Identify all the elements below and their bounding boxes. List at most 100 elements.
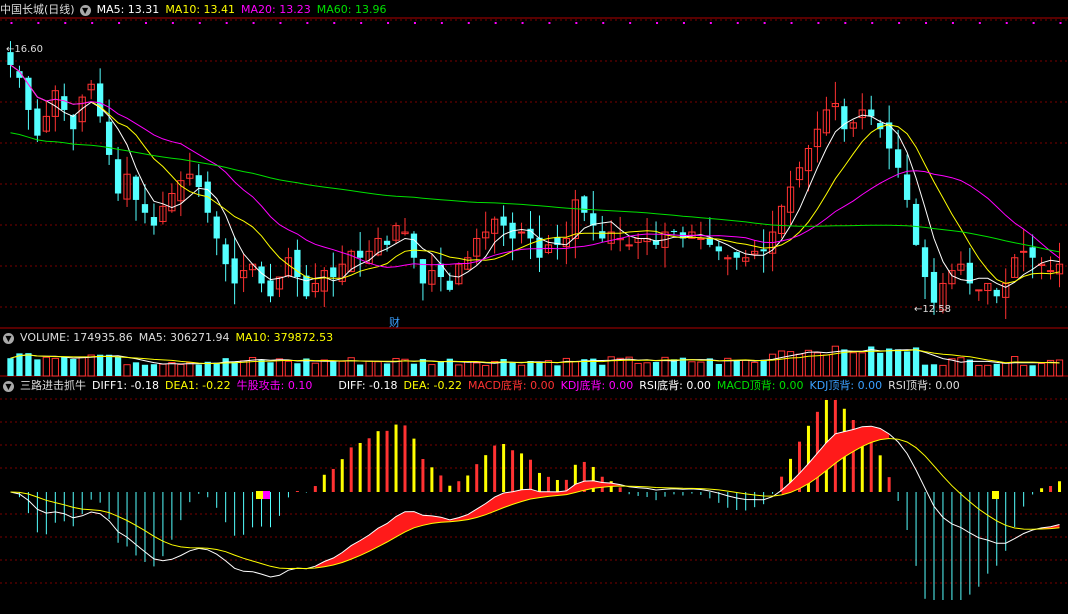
macd-bar-positive bbox=[546, 476, 550, 492]
macd-bar-positive bbox=[340, 459, 344, 492]
volume-bar-down bbox=[536, 361, 543, 376]
candle-down bbox=[383, 240, 391, 245]
volume-bar-down bbox=[599, 364, 606, 376]
volume-bar-down bbox=[841, 349, 848, 376]
candle-down bbox=[141, 204, 149, 213]
macd-bar-positive bbox=[537, 472, 541, 492]
volume-bar-up bbox=[482, 364, 490, 377]
volume-bar-down bbox=[921, 364, 929, 376]
volume-bar-up bbox=[275, 358, 284, 377]
volume-bar-down bbox=[877, 352, 884, 376]
volume-bar-down bbox=[886, 348, 893, 376]
signal-dot bbox=[925, 22, 928, 24]
signal-dot bbox=[252, 22, 255, 24]
signal-dot bbox=[10, 22, 13, 24]
candle-down bbox=[715, 246, 722, 252]
signal-dot bbox=[951, 22, 954, 24]
candle-down bbox=[330, 267, 337, 278]
volume-bar-down bbox=[903, 351, 911, 376]
settings-icon[interactable]: ▼ bbox=[79, 4, 91, 16]
volume-bar-up bbox=[939, 364, 947, 377]
candle-down bbox=[213, 216, 220, 239]
candle-down bbox=[500, 216, 507, 226]
candle-down bbox=[97, 83, 104, 117]
candle-down bbox=[419, 259, 427, 284]
volume-bar-up bbox=[51, 357, 59, 377]
volume-bar-down bbox=[894, 349, 902, 376]
macd-bar-positive bbox=[322, 474, 326, 492]
candle-down bbox=[733, 252, 740, 258]
candle-down bbox=[930, 271, 938, 303]
signal-dot bbox=[1032, 22, 1035, 24]
volume-bar-down bbox=[733, 360, 740, 376]
signal-dot bbox=[171, 22, 174, 24]
signal-dot bbox=[144, 22, 147, 24]
candle-up bbox=[1046, 270, 1055, 273]
macd-bar-positive bbox=[878, 455, 882, 492]
ma5-line bbox=[10, 64, 1060, 288]
macd-top-label: MACD顶背: 0.00 bbox=[716, 379, 804, 392]
settings-icon[interactable]: ▼ bbox=[3, 332, 14, 344]
volume-bar-up bbox=[831, 345, 840, 377]
candle-down bbox=[231, 258, 238, 284]
volume-bar-up bbox=[338, 360, 346, 377]
candle-down bbox=[410, 233, 418, 258]
macd-bar-positive bbox=[493, 445, 497, 492]
ma10-label: MA10: 13.41 bbox=[165, 3, 236, 16]
dea-line bbox=[10, 437, 1060, 570]
volume-bar-down bbox=[715, 363, 722, 376]
signal-dot bbox=[494, 22, 497, 24]
signal-dot bbox=[978, 22, 981, 24]
volume-bar-up bbox=[374, 361, 382, 377]
signal-dot bbox=[387, 22, 390, 24]
stock-chart bbox=[0, 17, 1068, 600]
volume-bar-down bbox=[114, 357, 122, 376]
volume-bar-down bbox=[966, 359, 973, 376]
signal-dot bbox=[1005, 22, 1008, 24]
volume-bar-up bbox=[948, 358, 956, 377]
signal-marker bbox=[256, 491, 263, 499]
volume-bar-down bbox=[1029, 365, 1036, 376]
rsi-bottom-label: RSI底背: 0.00 bbox=[639, 379, 711, 392]
volume-bar-up bbox=[742, 359, 750, 377]
candle-down bbox=[437, 263, 444, 278]
indicator-header: ▼ 三路进击抓牛 DIFF1: -0.18 DEA1: -0.22 牛股攻击: 0.10… bbox=[0, 378, 966, 394]
volume-bar-up bbox=[975, 364, 983, 377]
candle-down bbox=[105, 121, 113, 155]
volume-bar-down bbox=[912, 347, 920, 376]
candle-down bbox=[760, 249, 767, 252]
volume-bar-up bbox=[455, 364, 463, 377]
macd-bar-positive bbox=[385, 430, 389, 492]
volume-bar-down bbox=[34, 359, 41, 376]
volume-bar-up bbox=[957, 357, 965, 377]
volume-bar-down bbox=[383, 363, 391, 376]
signal-dot bbox=[279, 22, 282, 24]
volume-bar-up bbox=[813, 352, 822, 377]
candle-up bbox=[697, 237, 705, 240]
volume-bar-down bbox=[294, 363, 301, 376]
macd-bar-positive bbox=[331, 468, 335, 492]
signal-dot bbox=[682, 22, 685, 24]
candle-down bbox=[303, 275, 310, 297]
signal-dot bbox=[1059, 22, 1062, 24]
signal-dot bbox=[91, 22, 94, 24]
macd-bar-positive bbox=[448, 485, 452, 492]
macd-bar-positive bbox=[484, 455, 488, 492]
macd-bar-positive bbox=[869, 438, 873, 492]
volume-bar-down bbox=[330, 361, 337, 376]
volume-bar-down bbox=[195, 364, 202, 376]
volume-bar-down bbox=[437, 361, 444, 376]
signal-dot bbox=[64, 22, 67, 24]
macd-bar-positive bbox=[367, 438, 371, 492]
volume-bar-down bbox=[213, 362, 220, 376]
signal-dot bbox=[306, 22, 309, 24]
volume-bar-down bbox=[231, 361, 238, 376]
signal-dot bbox=[333, 22, 336, 24]
signal-dot bbox=[521, 22, 524, 24]
signal-dot bbox=[198, 22, 201, 24]
stock-title: 中国长城(日线) bbox=[0, 3, 75, 16]
finance-event-marker[interactable]: 财 bbox=[389, 314, 400, 330]
volume-bar-up bbox=[697, 361, 705, 377]
candle-down bbox=[599, 231, 606, 239]
settings-icon[interactable]: ▼ bbox=[3, 380, 14, 392]
